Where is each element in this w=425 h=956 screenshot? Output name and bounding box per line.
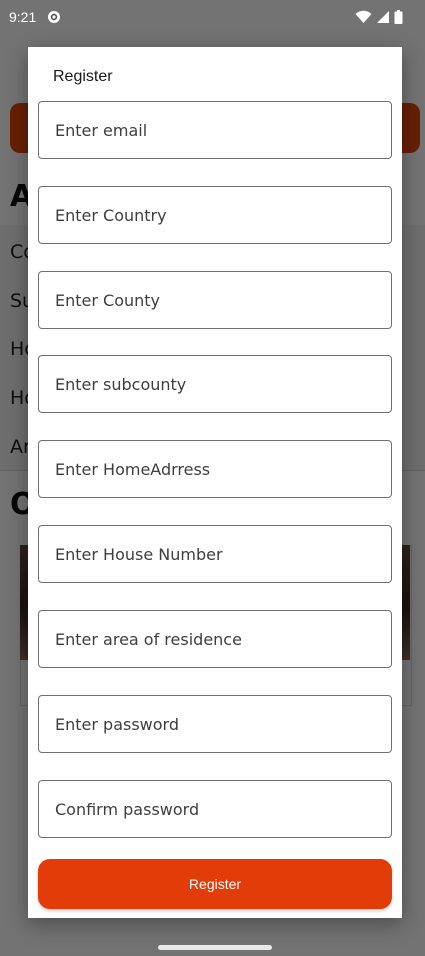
country-field[interactable] — [38, 186, 392, 244]
confirm-password-field[interactable] — [38, 780, 392, 838]
country-input[interactable] — [39, 187, 391, 243]
county-field[interactable] — [38, 271, 392, 329]
battery-icon — [394, 10, 403, 24]
sync-icon — [47, 10, 61, 24]
confirm-password-input[interactable] — [39, 781, 391, 837]
email-field[interactable] — [38, 101, 392, 159]
wifi-icon — [355, 10, 372, 24]
subcounty-input[interactable] — [39, 356, 391, 412]
county-input[interactable] — [39, 272, 391, 328]
status-bar: 9:21 — [0, 0, 425, 36]
register-dialog: Register Register — [28, 47, 402, 918]
status-icons — [355, 10, 403, 24]
status-time: 9:21 — [9, 9, 37, 25]
area-of-residence-input[interactable] — [39, 611, 391, 667]
register-button[interactable]: Register — [38, 859, 392, 909]
navigation-handle[interactable] — [158, 945, 272, 950]
signal-icon — [376, 10, 390, 24]
house-number-field[interactable] — [38, 525, 392, 583]
house-number-input[interactable] — [39, 526, 391, 582]
home-address-input[interactable] — [39, 441, 391, 497]
area-of-residence-field[interactable] — [38, 610, 392, 668]
email-input[interactable] — [39, 102, 391, 158]
home-address-field[interactable] — [38, 440, 392, 498]
password-field[interactable] — [38, 695, 392, 753]
dialog-title: Register — [53, 68, 113, 85]
subcounty-field[interactable] — [38, 355, 392, 413]
password-input[interactable] — [39, 696, 391, 752]
